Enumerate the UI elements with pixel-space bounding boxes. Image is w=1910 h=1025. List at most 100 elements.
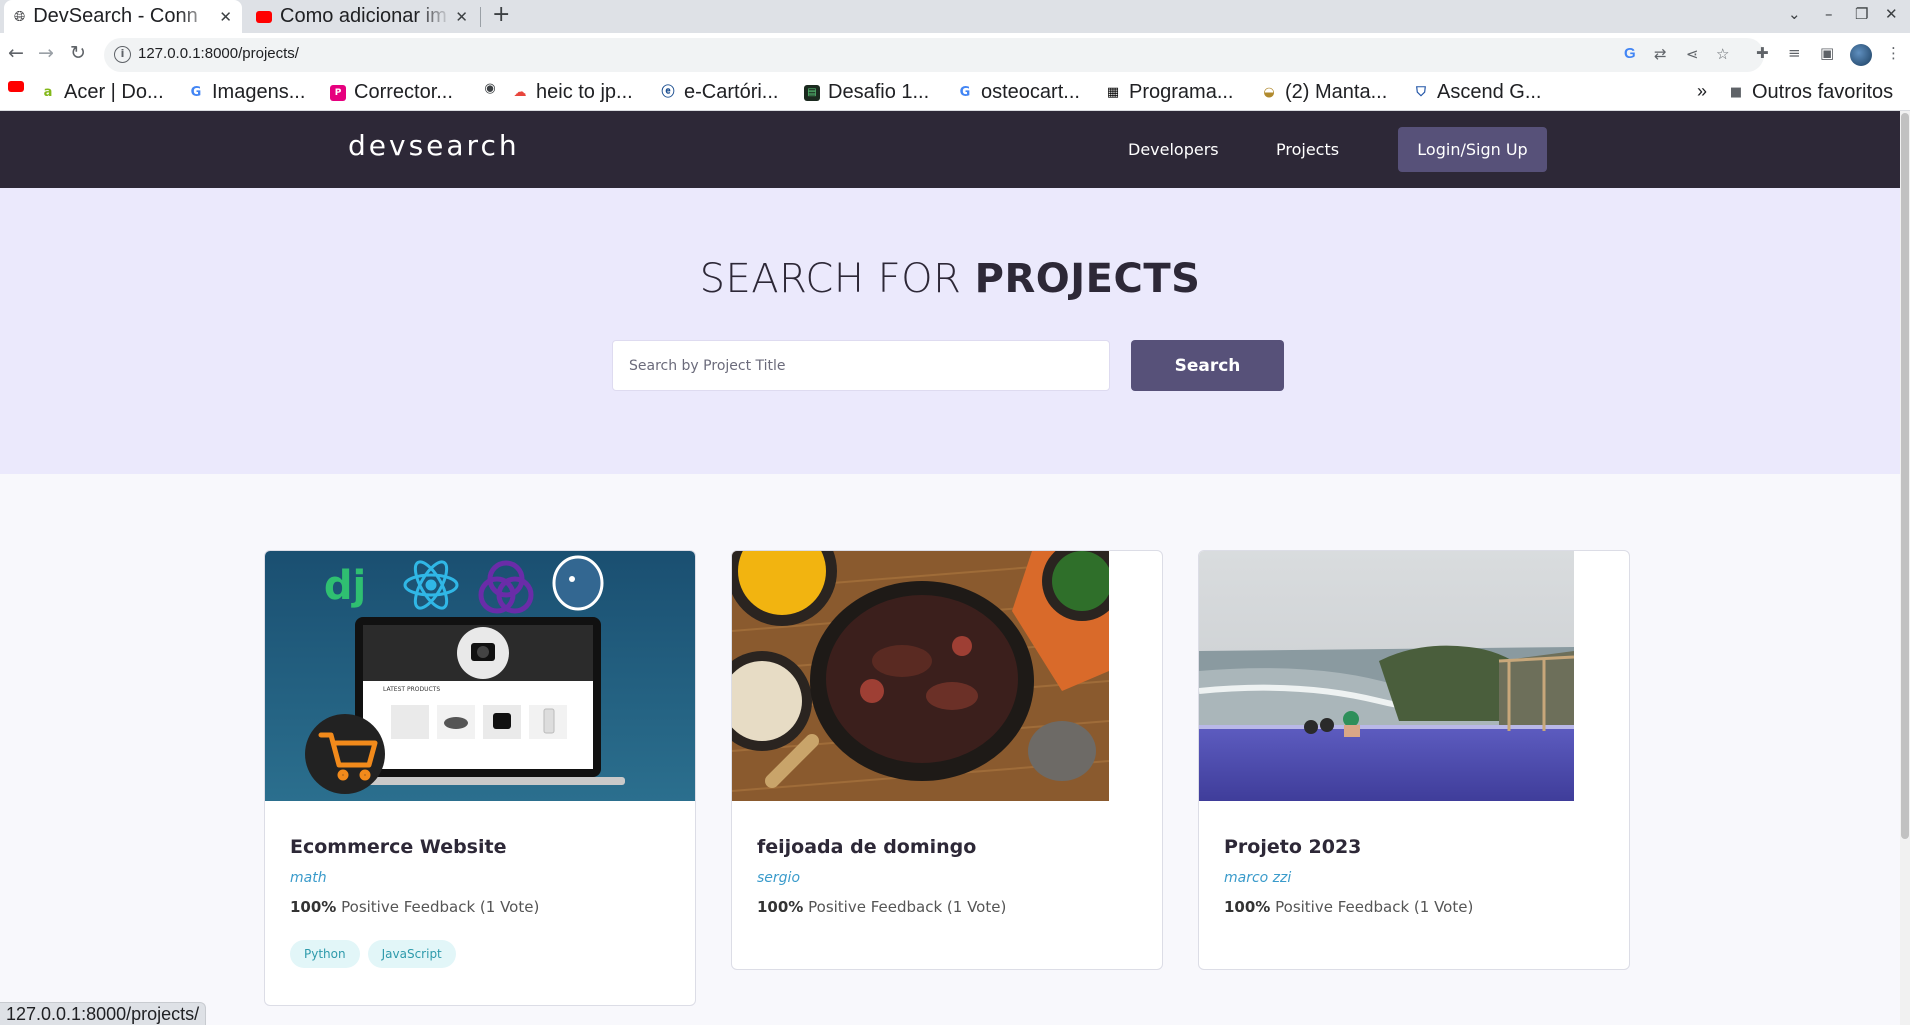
latest-products-text: LATEST PRODUCTS xyxy=(383,686,440,693)
bookmark-label: e-Cartóri... xyxy=(684,81,779,103)
close-icon[interactable]: ✕ xyxy=(219,8,232,26)
scrollbar-thumb[interactable] xyxy=(1901,113,1909,839)
side-panel-icon[interactable]: ▣ xyxy=(1820,44,1834,62)
bookmark-osteocart[interactable]: Gosteocart... xyxy=(957,81,1080,104)
project-author[interactable]: math xyxy=(290,870,539,886)
bookmark-label: Ascend G... xyxy=(1437,81,1542,103)
page-title-bold: PROJECTS xyxy=(974,256,1201,302)
status-bar-url: 127.0.0.1:8000/projects/ xyxy=(0,1002,207,1025)
bookmark-label: Corrector... xyxy=(354,81,453,103)
project-card[interactable]: Projeto 2023 marco zzi 100% Positive Fee… xyxy=(1198,550,1630,970)
bookmark-ascend[interactable]: ⛉ Ascend G... xyxy=(1413,81,1542,104)
menu-icon[interactable]: ⋮ xyxy=(1886,44,1901,62)
bookmark-acer[interactable]: a Acer | Do... xyxy=(40,81,164,104)
project-title[interactable]: feijoada de domingo xyxy=(757,836,1006,858)
search-input[interactable] xyxy=(612,340,1110,391)
search-hero: SEARCH FOR PROJECTS Search xyxy=(0,188,1900,474)
new-tab-button[interactable]: + xyxy=(492,2,510,27)
project-thumbnail[interactable] xyxy=(732,551,1109,801)
bookmark-label: Programa... xyxy=(1129,81,1234,103)
project-author[interactable]: sergio xyxy=(757,870,1006,886)
ecartorio-icon: ⓔ xyxy=(661,84,675,100)
bookmark-programa[interactable]: ▦ Programa... xyxy=(1105,81,1234,104)
feijoada-thumbnail-image xyxy=(732,551,1109,801)
project-card-body: Projeto 2023 marco zzi 100% Positive Fee… xyxy=(1224,836,1473,916)
share-icon[interactable]: ⋖ xyxy=(1686,45,1699,63)
forward-icon[interactable]: → xyxy=(38,42,54,64)
back-icon[interactable]: ← xyxy=(8,42,24,64)
tab-title: Como adicionar im xyxy=(280,5,447,27)
tab-separator xyxy=(480,7,481,27)
feedback-text: Positive Feedback (1 Vote) xyxy=(341,898,540,916)
project-card[interactable]: dj LATEST PRODUCTS Ecommerce Website mat… xyxy=(264,550,696,1006)
bookmark-label: heic to jp... xyxy=(536,81,633,103)
bookmark-heic[interactable]: ☁ heic to jp... xyxy=(512,81,633,104)
translate-icon[interactable]: ⇄ xyxy=(1654,45,1667,63)
reading-list-icon[interactable]: ≡ xyxy=(1788,44,1801,62)
address-bar[interactable]: i 127.0.0.1:8000/projects/ G ⇄ ⋖ ☆ xyxy=(104,38,1764,72)
url-text[interactable]: 127.0.0.1:8000/projects/ xyxy=(138,45,299,62)
restore-icon[interactable]: ❐ xyxy=(1855,5,1868,23)
acer-icon: a xyxy=(43,84,53,100)
project-thumbnail[interactable]: dj LATEST PRODUCTS xyxy=(265,551,695,801)
feedback-text: Positive Feedback (1 Vote) xyxy=(1275,898,1474,916)
project-card[interactable]: feijoada de domingo sergio 100% Positive… xyxy=(731,550,1163,970)
google-icon[interactable]: G xyxy=(1624,45,1636,62)
project-feedback: 100% Positive Feedback (1 Vote) xyxy=(290,898,539,916)
other-bookmarks-folder[interactable]: ■ Outros favoritos xyxy=(1728,81,1893,104)
google-icon: G xyxy=(190,84,202,100)
feedback-percent: 100% xyxy=(290,898,337,916)
bookmark-imagens[interactable]: G Imagens... xyxy=(188,81,306,104)
feedback-percent: 100% xyxy=(1224,898,1271,916)
project-thumbnail[interactable] xyxy=(1199,551,1574,801)
reload-icon[interactable]: ↻ xyxy=(70,42,86,64)
nav-developers[interactable]: Developers xyxy=(1128,140,1219,159)
extensions-icon[interactable]: ✚ xyxy=(1756,44,1769,62)
project-title[interactable]: Projeto 2023 xyxy=(1224,836,1473,858)
grid-icon: ▦ xyxy=(1106,84,1120,100)
login-signup-button[interactable]: Login/Sign Up xyxy=(1398,127,1547,172)
bookmarks-bar: a Acer | Do... G Imagens... P Corrector... … xyxy=(0,77,1910,111)
page-scrollbar[interactable] xyxy=(1900,111,1910,1025)
ecommerce-thumbnail-image: dj LATEST PRODUCTS xyxy=(265,551,695,801)
bookmark-ecartorio[interactable]: ⓔ e-Cartóri... xyxy=(660,81,778,104)
project-card-body: feijoada de domingo sergio 100% Positive… xyxy=(757,836,1006,916)
info-icon[interactable]: i xyxy=(114,46,131,63)
bookmark-corrector[interactable]: P Corrector... xyxy=(330,81,453,104)
nav-projects[interactable]: Projects xyxy=(1276,140,1339,159)
close-window-icon[interactable]: ✕ xyxy=(1885,5,1898,23)
bookmark-desafio[interactable]: ▤ Desafio 1... xyxy=(804,81,929,104)
tab-como-adicionar[interactable]: Como adicionar im ✕ xyxy=(246,0,478,33)
close-icon[interactable]: ✕ xyxy=(455,8,468,26)
bookmark-globe[interactable]: ◉ xyxy=(482,81,506,97)
tag-javascript[interactable]: JavaScript xyxy=(367,940,456,968)
avatar[interactable] xyxy=(1850,44,1872,66)
feedback-percent: 100% xyxy=(757,898,804,916)
tag-python[interactable]: Python xyxy=(290,940,360,968)
bookmark-manta[interactable]: ◒ (2) Manta... xyxy=(1261,81,1387,104)
bookmark-star-icon[interactable]: ☆ xyxy=(1716,45,1729,63)
postgresql-logo xyxy=(552,555,604,611)
project-title[interactable]: Ecommerce Website xyxy=(290,836,539,858)
minimize-icon[interactable]: – xyxy=(1825,5,1833,23)
site-header: devsearch Developers Projects Login/Sign… xyxy=(0,111,1900,188)
youtube-icon xyxy=(8,81,24,92)
project-author[interactable]: marco zzi xyxy=(1224,870,1473,886)
globe-icon: ◉ xyxy=(484,81,496,96)
tab-title: DevSearch - Conn xyxy=(33,5,198,27)
folder-icon: ■ xyxy=(1729,84,1743,100)
youtube-icon xyxy=(256,10,272,23)
bookmark-youtube[interactable] xyxy=(8,81,32,92)
chevron-down-icon[interactable]: ⌄ xyxy=(1788,5,1801,23)
bookmark-label: Desafio 1... xyxy=(828,81,930,103)
cloud-icon: ☁ xyxy=(513,84,527,100)
search-button[interactable]: Search xyxy=(1131,340,1284,391)
tab-devsearch[interactable]: 🌐︎ DevSearch - Conn ✕ xyxy=(4,0,242,33)
bookmark-label: (2) Manta... xyxy=(1285,81,1388,103)
site-logo[interactable]: devsearch xyxy=(348,129,520,162)
browser-tabbar: 🌐︎ DevSearch - Conn ✕ Como adicionar im … xyxy=(0,0,1910,33)
bookmarks-overflow-button[interactable]: » xyxy=(1697,81,1707,102)
bookmark-label: Acer | Do... xyxy=(64,81,164,103)
desafio-icon: ▤ xyxy=(804,84,820,101)
google-icon: G xyxy=(959,84,971,100)
